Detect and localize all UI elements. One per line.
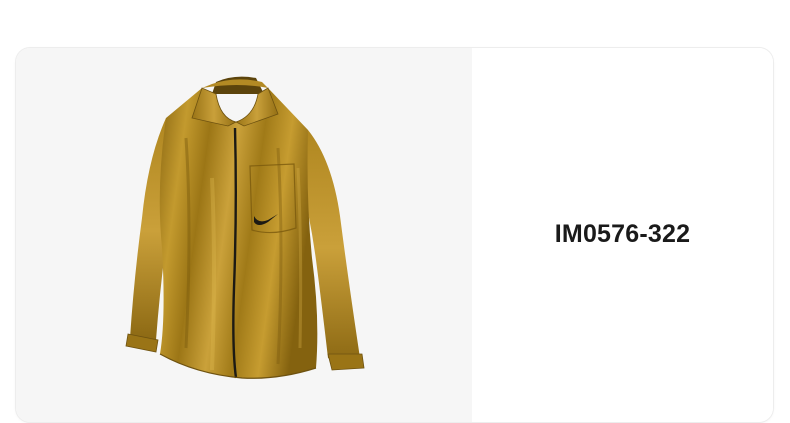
product-image[interactable] [16,48,472,422]
product-card[interactable]: IM0576-322 [16,48,773,422]
right-cuff [327,353,365,371]
shirt-body [159,88,318,379]
shirt-illustration [125,76,365,379]
product-sku: IM0576-322 [554,219,691,248]
product-info: IM0576-322 [472,48,773,422]
